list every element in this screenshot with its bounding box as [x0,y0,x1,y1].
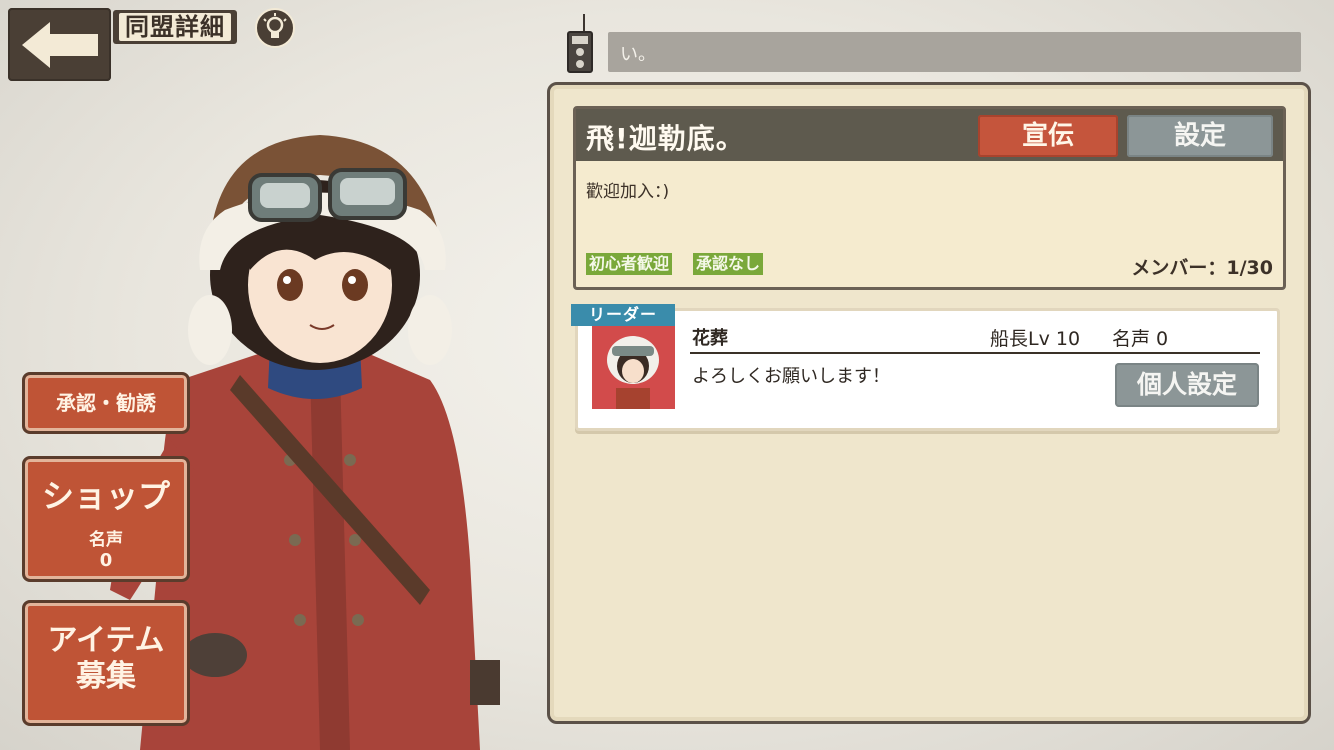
chat-bar[interactable]: い。 [608,32,1301,72]
leader-badge: リーダー [571,304,675,326]
promote-button[interactable]: 宣伝 [978,115,1118,157]
alliance-info-box: 飛!迦勒底。 宣伝 設定 歡迎加入：) 初心者歓迎 承認なし メンバー：1/30 [573,106,1286,290]
alliance-description: 歡迎加入：) [586,182,670,202]
item-request-label-line1: アイテム [47,623,165,658]
member-fame: 名声 0 [1112,328,1169,350]
tag-beginner-welcome: 初心者歓迎 [586,253,673,275]
shop-fame-label: 名声 [89,530,123,550]
title-plate: 同盟詳細 [113,10,237,44]
page-title: 同盟詳細 [119,13,231,41]
back-arrow-icon [22,22,98,68]
personal-settings-button[interactable]: 個人設定 [1115,363,1259,407]
member-avatar[interactable] [592,326,675,409]
chat-message: い。 [620,44,656,65]
alliance-name: 飛!迦勒底。 [586,122,745,155]
hint-lightbulb-icon[interactable] [255,8,295,48]
member-name: 花葬 [692,328,728,349]
member-divider [690,352,1260,354]
tag-no-approval: 承認なし [693,253,764,275]
member-message: よろしくお願いします！ [692,366,890,387]
approve-recruit-button[interactable]: 承認・勧誘 [22,372,190,434]
item-request-button[interactable]: アイテム 募集 [22,600,190,726]
alliance-header: 飛!迦勒底。 宣伝 設定 [576,109,1283,161]
shop-label: ショップ [41,477,170,515]
radio-icon[interactable] [566,12,594,74]
member-level: 船長Lv 10 [990,328,1081,350]
back-button[interactable] [8,8,111,81]
shop-button[interactable]: ショップ 名声 0 [22,456,190,582]
item-request-label-line2: 募集 [76,659,136,694]
member-count: メンバー：1/30 [1131,257,1273,279]
shop-fame-value: 0 [99,550,113,571]
settings-button[interactable]: 設定 [1127,115,1273,157]
